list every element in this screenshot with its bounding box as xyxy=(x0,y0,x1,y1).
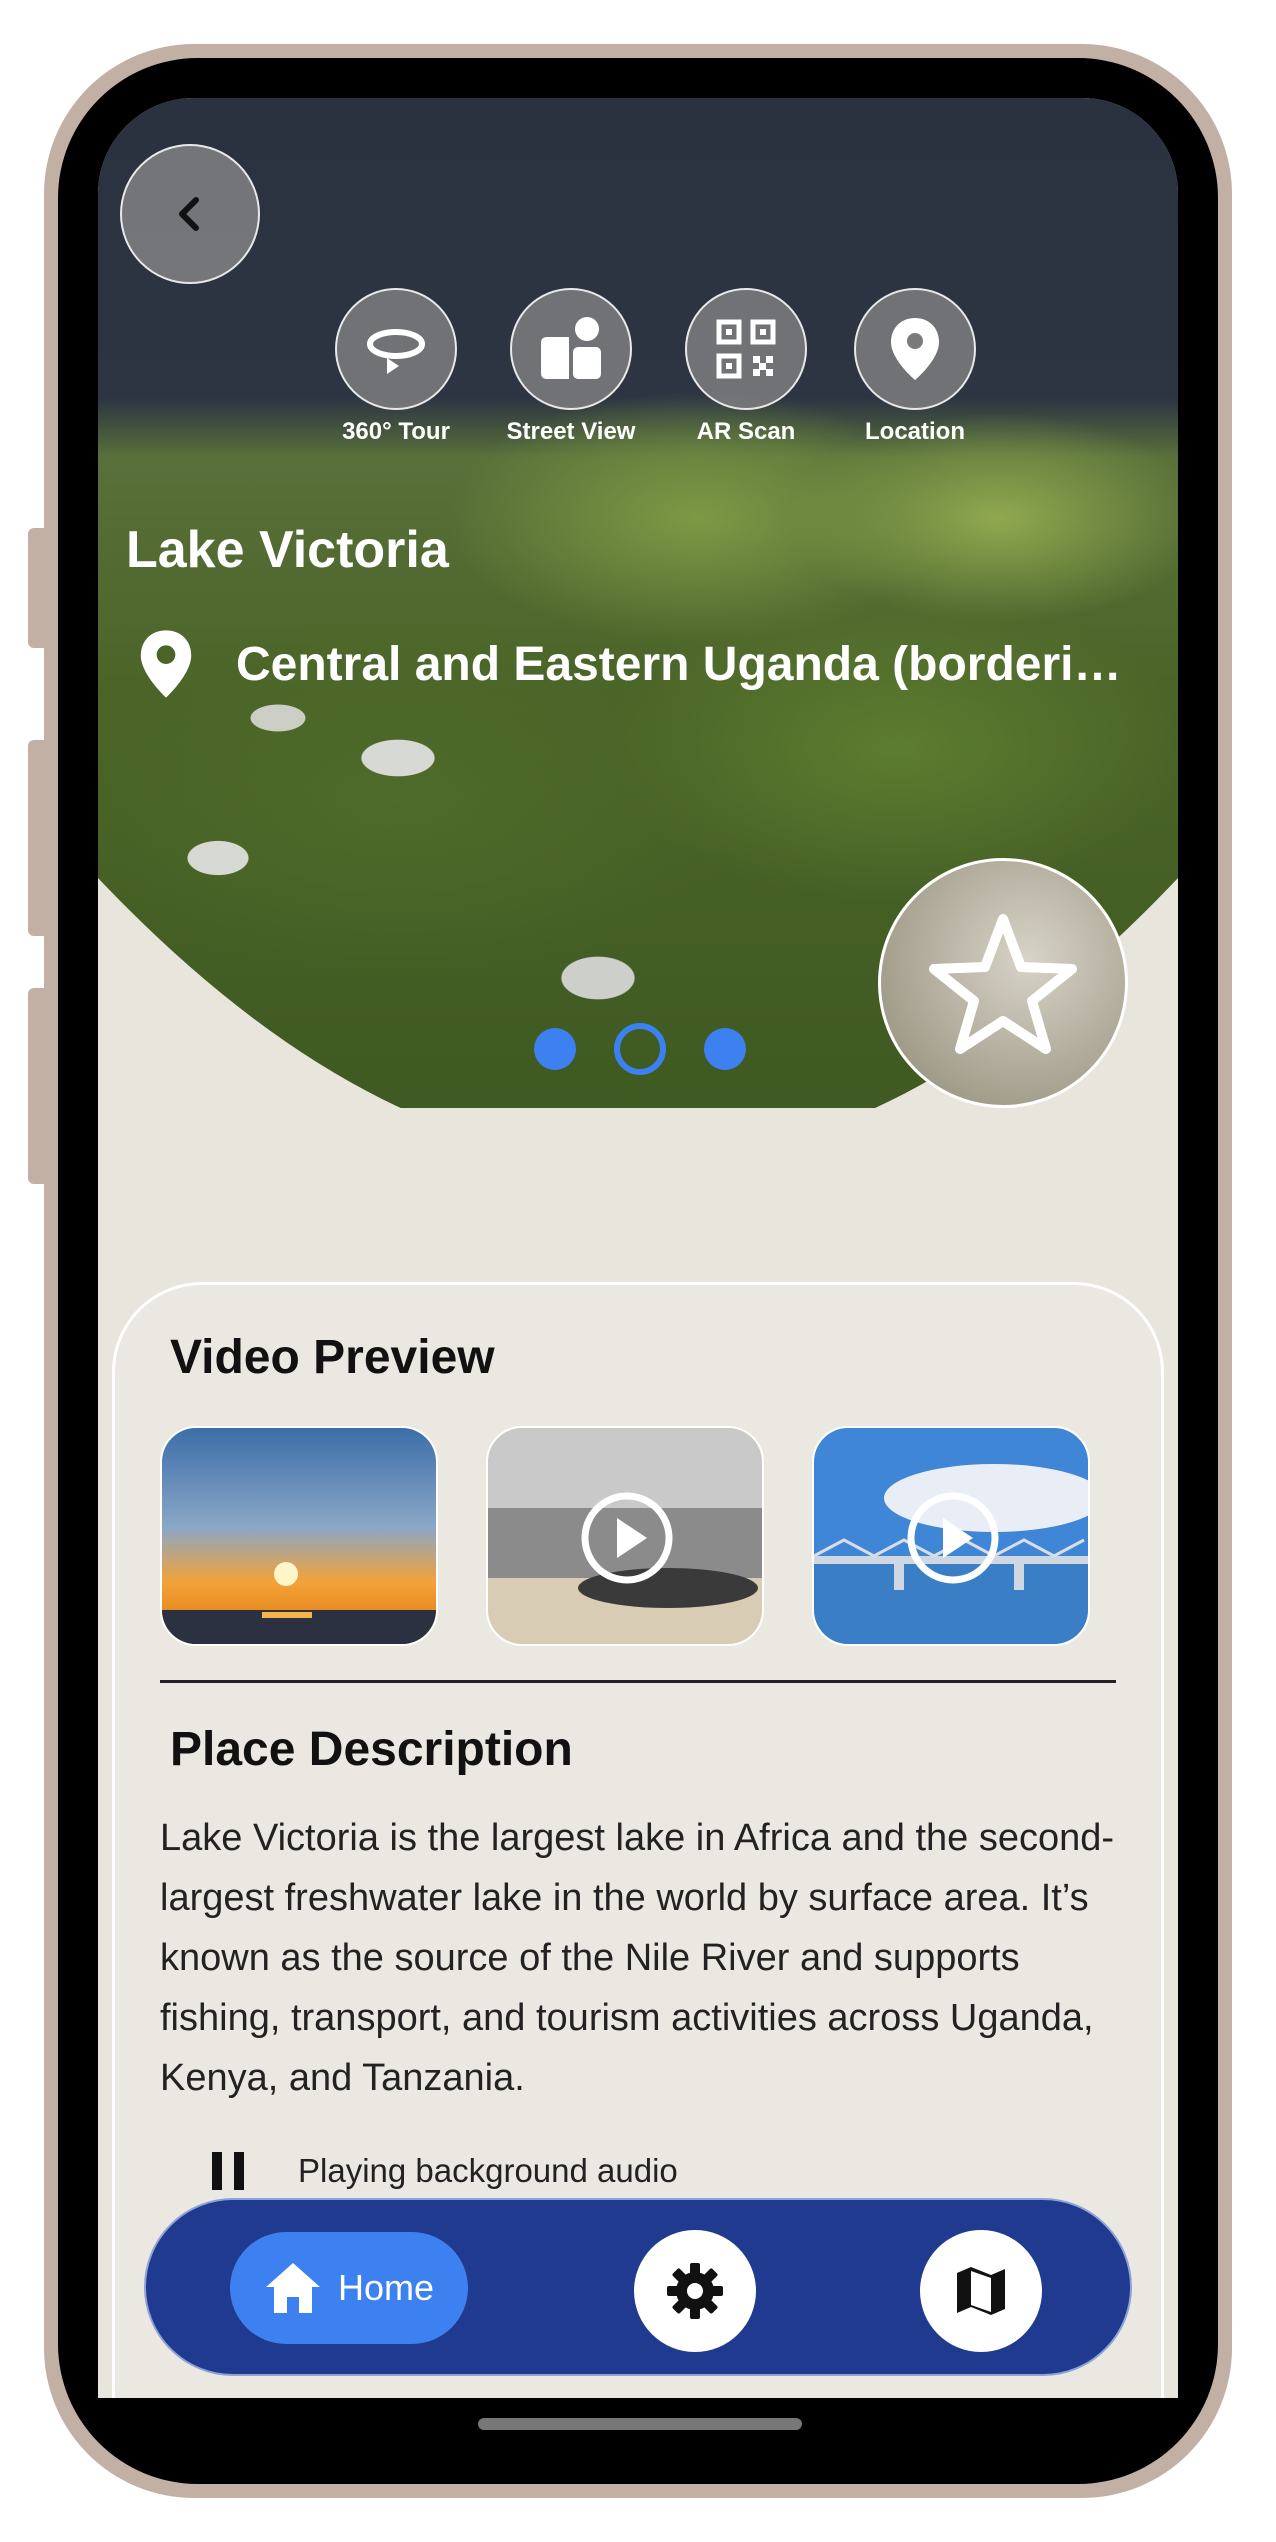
pause-icon[interactable] xyxy=(208,2148,248,2194)
street-view-icon xyxy=(541,317,601,379)
star-icon xyxy=(929,914,1077,1054)
carousel-dot[interactable] xyxy=(704,1028,746,1070)
description-heading: Place Description xyxy=(170,1723,573,1776)
side-button xyxy=(28,988,46,1184)
location-button[interactable]: Location xyxy=(854,288,976,446)
carousel-dot-active[interactable] xyxy=(614,1023,666,1075)
ar-scan-button[interactable]: AR Scan xyxy=(685,288,807,446)
location-pin-icon xyxy=(140,630,192,698)
nav-home-button[interactable]: Home xyxy=(230,2232,468,2344)
place-title: Lake Victoria xyxy=(126,521,449,579)
bridge-thumbnail[interactable] xyxy=(812,1426,1090,1646)
tool-label: 360° Tour xyxy=(342,418,450,445)
carousel-dot[interactable] xyxy=(534,1028,576,1070)
beach-thumbnail[interactable] xyxy=(486,1426,764,1646)
location-pin-icon xyxy=(891,318,939,380)
place-location: Central and Eastern Uganda (bordering Ke… xyxy=(138,628,1168,700)
back-button[interactable] xyxy=(120,144,260,284)
chevron-left-icon xyxy=(179,197,199,231)
tool-label: Location xyxy=(865,418,965,445)
side-button xyxy=(28,528,46,648)
nav-map-button[interactable] xyxy=(920,2230,1042,2352)
tool-label: AR Scan xyxy=(696,418,796,445)
audio-status: Playing background audio xyxy=(208,2148,678,2194)
bottom-nav: Home xyxy=(144,2198,1132,2376)
carousel-indicator xyxy=(534,1023,746,1075)
tool-label: Street View xyxy=(506,418,636,445)
side-button xyxy=(28,740,46,936)
qr-scan-icon xyxy=(716,319,776,379)
description-text: Lake Victoria is the largest lake in Afr… xyxy=(160,1817,1115,2099)
favorite-button[interactable] xyxy=(878,858,1128,1108)
home-icon xyxy=(265,2263,320,2313)
play-icon xyxy=(581,1492,673,1584)
audio-status-text: Playing background audio xyxy=(298,2152,678,2189)
sunset-thumbnail[interactable] xyxy=(160,1426,438,1646)
location-text: Central and Eastern Uganda (bordering Ke… xyxy=(236,637,1148,691)
nav-settings-button[interactable] xyxy=(634,2230,756,2352)
rotate-360-icon xyxy=(367,329,425,374)
home-indicator xyxy=(478,2418,802,2430)
play-icon xyxy=(907,1492,999,1584)
divider xyxy=(160,1680,1116,1683)
screen: 360° Tour Street View AR Scan Location L… xyxy=(98,98,1178,2398)
street-view-button[interactable]: Street View xyxy=(507,288,635,446)
video-preview-heading: Video Preview xyxy=(170,1331,495,1384)
map-icon xyxy=(957,2267,1005,2315)
gear-icon xyxy=(667,2263,723,2319)
nav-home-label: Home xyxy=(337,2267,435,2308)
sunset-image xyxy=(162,1428,436,1644)
tour-360-button[interactable]: 360° Tour xyxy=(335,288,457,446)
